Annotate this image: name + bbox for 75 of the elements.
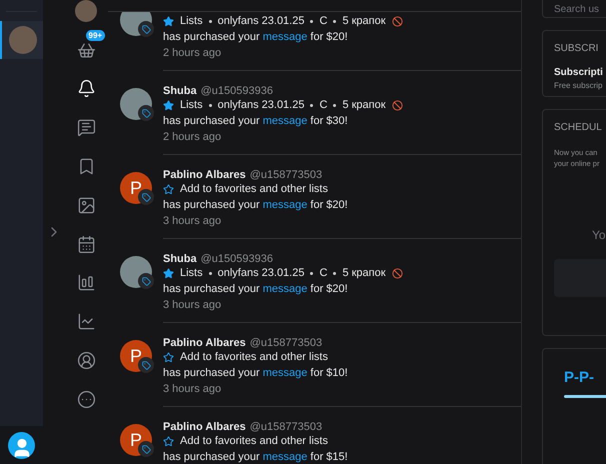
list-tag[interactable]: C — [319, 97, 328, 114]
ppv-title[interactable]: P-P- — [564, 367, 594, 390]
chart-icon[interactable] — [76, 273, 96, 292]
calendar-icon[interactable] — [76, 234, 96, 254]
purchase-text: has purchased your message for $20! — [163, 197, 521, 213]
line-chart-icon[interactable] — [76, 312, 96, 332]
list-tag[interactable]: 5 крапок — [342, 265, 386, 282]
list-tag[interactable]: 5 крапок — [342, 97, 386, 114]
list-tag[interactable]: Lists — [180, 13, 203, 30]
time-text: 3 hours ago — [163, 214, 222, 229]
purchase-text: has purchased your message for $10! — [163, 365, 521, 381]
user-avatar-icon[interactable] — [8, 432, 35, 458]
bell-icon[interactable] — [76, 79, 96, 98]
list-tag[interactable]: onlyfans 23.01.25 — [218, 265, 304, 282]
user-name[interactable]: Pablino Albares — [163, 418, 246, 436]
user-handle: @u158773503 — [250, 420, 322, 435]
message-link[interactable]: message — [262, 112, 308, 130]
image-icon[interactable] — [76, 196, 96, 215]
star-icon[interactable] — [163, 352, 174, 363]
list-tag[interactable]: Add to favorites and other lists — [180, 349, 328, 366]
list-tag[interactable]: onlyfans 23.01.25 — [218, 97, 304, 114]
star-icon[interactable] — [163, 436, 174, 447]
message-link[interactable]: message — [262, 28, 308, 46]
more-icon[interactable] — [76, 390, 96, 409]
ban-icon — [392, 16, 403, 27]
list-tag[interactable]: Lists — [180, 265, 203, 282]
user-name[interactable]: Shuba — [163, 82, 197, 100]
list-tag[interactable]: onlyfans 23.01.25 — [218, 13, 304, 30]
photo-placeholder[interactable] — [75, 0, 97, 22]
user-name[interactable]: Pablino Albares — [163, 166, 246, 184]
count-badge: 99+ — [86, 30, 106, 41]
user-handle: @u158773503 — [250, 336, 322, 351]
user-name[interactable]: Shuba — [163, 250, 197, 268]
empty-text: Yo — [591, 227, 606, 244]
time-text: 2 hours ago — [163, 46, 222, 61]
card-heading: SUBSCRI — [554, 42, 600, 56]
list-tag[interactable]: Add to favorites and other lists — [180, 181, 328, 198]
chat-icon[interactable] — [76, 118, 96, 138]
search-field[interactable]: Search us — [542, 0, 606, 18]
tag-icon — [138, 105, 154, 121]
tag-icon — [138, 273, 154, 289]
purchase-text: has purchased your message for $20! — [163, 29, 521, 45]
basket-icon[interactable] — [76, 40, 96, 60]
ban-icon — [392, 100, 403, 111]
list-tag[interactable]: Add to favorites and other lists — [180, 433, 328, 450]
time-text: 3 hours ago — [163, 382, 222, 397]
purchase-text: has purchased your message for $30! — [163, 113, 521, 129]
photo-placeholder — [8, 26, 36, 54]
user-circle-icon[interactable] — [76, 351, 96, 370]
card-heading: SCHEDUL — [554, 121, 603, 135]
list-tag[interactable]: C — [319, 265, 328, 282]
star-icon[interactable] — [163, 100, 174, 111]
message-link[interactable]: message — [262, 448, 308, 464]
purchase-text: has purchased your message for $15! — [163, 449, 349, 464]
user-handle: @u150593936 — [200, 84, 273, 99]
time-text: 2 hours ago — [163, 130, 222, 145]
message-link[interactable]: message — [262, 280, 308, 298]
card-subtitle: Free subscrip — [554, 80, 604, 92]
ban-icon — [392, 268, 403, 279]
star-icon[interactable] — [163, 16, 174, 27]
account-item[interactable] — [0, 21, 43, 59]
user-handle: @u150593936 — [200, 252, 273, 267]
list-tag[interactable]: 5 крапок — [342, 13, 386, 30]
list-tag[interactable]: C — [319, 13, 328, 30]
user-name[interactable]: Pablino Albares — [163, 334, 246, 352]
message-link[interactable]: message — [262, 196, 308, 214]
star-icon[interactable] — [163, 268, 174, 279]
purchase-text: has purchased your message for $20! — [163, 281, 521, 297]
time-text: 3 hours ago — [163, 298, 222, 313]
user-handle: @u158773503 — [250, 168, 322, 183]
tag-icon — [138, 21, 154, 37]
message-link[interactable]: message — [262, 364, 308, 382]
star-icon[interactable] — [163, 184, 174, 195]
card-title: Subscripti — [554, 66, 604, 80]
list-tag[interactable]: Lists — [180, 97, 203, 114]
